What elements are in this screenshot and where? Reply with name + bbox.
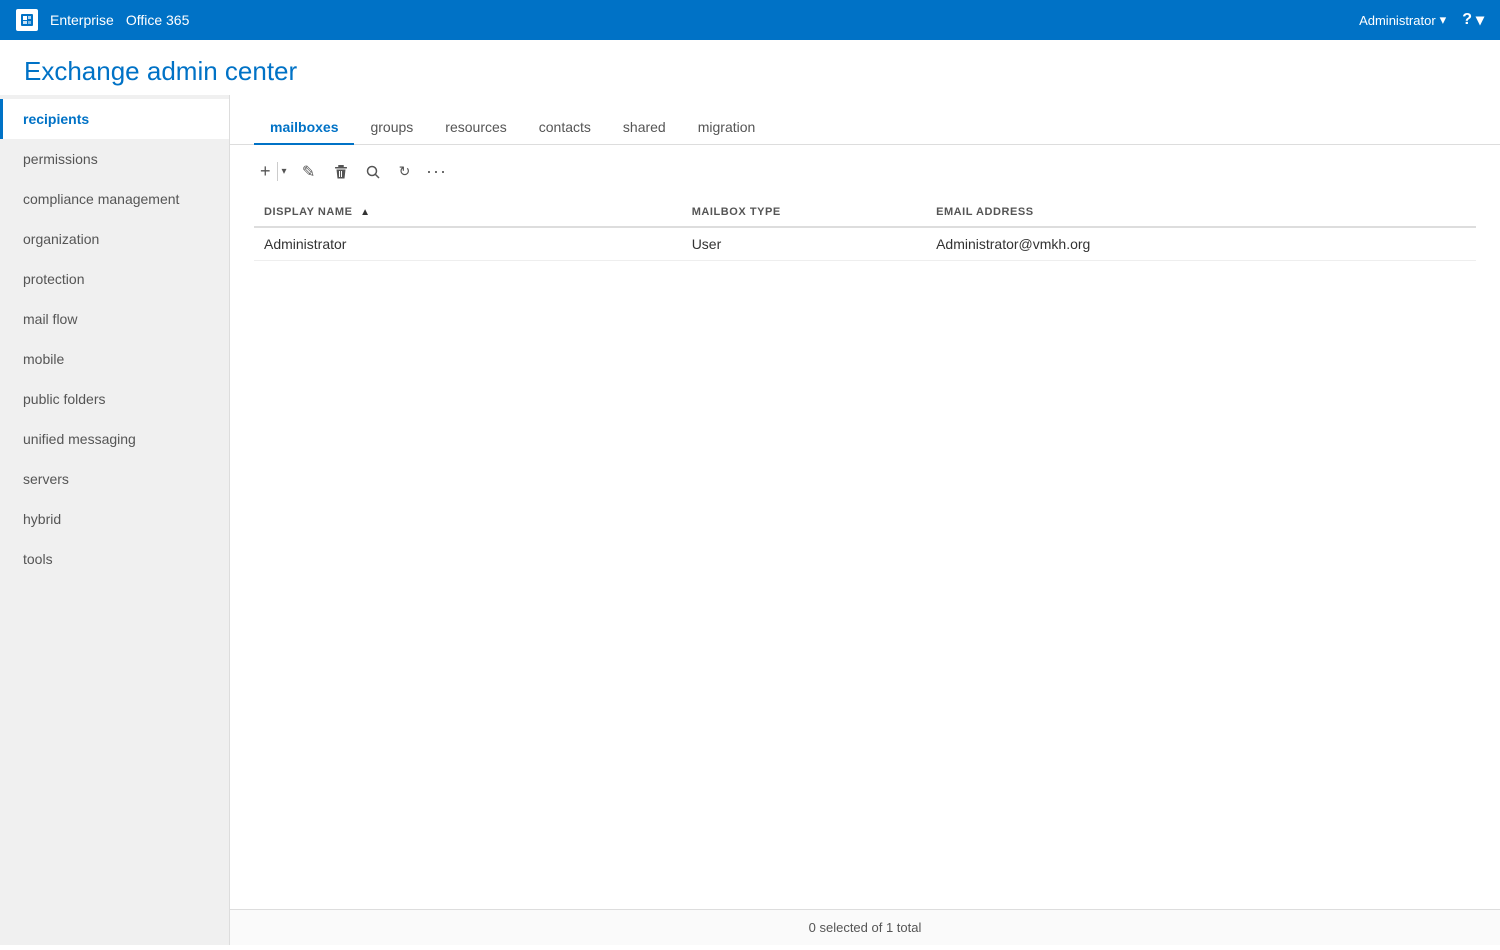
table-row[interactable]: AdministratorUserAdministrator@vmkh.org bbox=[254, 227, 1476, 261]
sort-arrow-display-name: ▲ bbox=[360, 207, 370, 218]
table-header: DISPLAY NAME ▲ MAILBOX TYPE EMAIL ADDRES… bbox=[254, 198, 1476, 227]
sidebar-item-hybrid[interactable]: hybrid bbox=[0, 499, 229, 539]
user-dropdown-icon: ▾ bbox=[1440, 12, 1447, 28]
sidebar-item-tools[interactable]: tools bbox=[0, 539, 229, 579]
topbar-product2[interactable]: Office 365 bbox=[126, 12, 190, 28]
statusbar: 0 selected of 1 total bbox=[230, 909, 1500, 945]
col-email-address-label: EMAIL ADDRESS bbox=[936, 206, 1034, 218]
sidebar-item-mail-flow[interactable]: mail flow bbox=[0, 299, 229, 339]
sidebar-item-servers[interactable]: servers bbox=[0, 459, 229, 499]
tab-groups[interactable]: groups bbox=[354, 111, 429, 145]
col-header-mailbox-type[interactable]: MAILBOX TYPE bbox=[682, 198, 926, 227]
page-header: Exchange admin center bbox=[0, 40, 1500, 95]
office-logo bbox=[16, 9, 38, 31]
search-button[interactable] bbox=[359, 158, 387, 186]
sidebar-item-unified-messaging[interactable]: unified messaging bbox=[0, 419, 229, 459]
sidebar-item-organization[interactable]: organization bbox=[0, 219, 229, 259]
user-menu[interactable]: Administrator ▾ bbox=[1359, 12, 1446, 28]
refresh-button[interactable]: ↻ bbox=[391, 158, 419, 186]
tab-migration[interactable]: migration bbox=[682, 111, 772, 145]
more-button[interactable]: ··· bbox=[423, 158, 451, 186]
topbar-right: Administrator ▾ ? ▾ bbox=[1359, 10, 1484, 30]
tab-resources[interactable]: resources bbox=[429, 111, 522, 145]
mailbox-table: DISPLAY NAME ▲ MAILBOX TYPE EMAIL ADDRES… bbox=[254, 198, 1476, 261]
sidebar: recipientspermissionscompliance manageme… bbox=[0, 95, 230, 945]
status-text: 0 selected of 1 total bbox=[809, 920, 922, 935]
sidebar-item-public-folders[interactable]: public folders bbox=[0, 379, 229, 419]
sidebar-item-compliance-management[interactable]: compliance management bbox=[0, 179, 229, 219]
table-body: AdministratorUserAdministrator@vmkh.org bbox=[254, 227, 1476, 261]
add-dropdown-button[interactable]: ▾ bbox=[277, 162, 291, 181]
user-name: Administrator bbox=[1359, 13, 1436, 28]
page-title: Exchange admin center bbox=[24, 56, 1476, 87]
col-display-name-label: DISPLAY NAME bbox=[264, 206, 353, 218]
tab-contacts[interactable]: contacts bbox=[523, 111, 607, 145]
toolbar: + ▾ ✎ ↻ ··· bbox=[230, 145, 1500, 198]
help-button[interactable]: ? ▾ bbox=[1462, 10, 1484, 30]
col-header-email-address[interactable]: EMAIL ADDRESS bbox=[926, 198, 1476, 227]
sidebar-item-mobile[interactable]: mobile bbox=[0, 339, 229, 379]
content-area: mailboxesgroupsresourcescontactssharedmi… bbox=[230, 95, 1500, 945]
topbar-left: Enterprise Office 365 bbox=[16, 9, 189, 31]
tab-shared[interactable]: shared bbox=[607, 111, 682, 145]
delete-button[interactable] bbox=[327, 158, 355, 186]
col-header-display-name[interactable]: DISPLAY NAME ▲ bbox=[254, 198, 682, 227]
help-icon: ? bbox=[1462, 11, 1472, 29]
sidebar-item-permissions[interactable]: permissions bbox=[0, 139, 229, 179]
add-button-group: + ▾ bbox=[254, 157, 291, 186]
cell-mailbox-type: User bbox=[682, 227, 926, 261]
tabs: mailboxesgroupsresourcescontactssharedmi… bbox=[230, 95, 1500, 145]
topbar: Enterprise Office 365 Administrator ▾ ? … bbox=[0, 0, 1500, 40]
cell-display-name: Administrator bbox=[254, 227, 682, 261]
sidebar-item-recipients[interactable]: recipients bbox=[0, 99, 229, 139]
tab-mailboxes[interactable]: mailboxes bbox=[254, 111, 354, 145]
col-mailbox-type-label: MAILBOX TYPE bbox=[692, 206, 781, 218]
edit-button[interactable]: ✎ bbox=[295, 158, 323, 186]
help-dropdown-icon: ▾ bbox=[1476, 10, 1484, 30]
topbar-product1[interactable]: Enterprise bbox=[50, 12, 114, 28]
add-button[interactable]: + bbox=[254, 157, 277, 186]
main-layout: recipientspermissionscompliance manageme… bbox=[0, 95, 1500, 945]
sidebar-item-protection[interactable]: protection bbox=[0, 259, 229, 299]
cell-email-address: Administrator@vmkh.org bbox=[926, 227, 1476, 261]
mailbox-table-wrapper: DISPLAY NAME ▲ MAILBOX TYPE EMAIL ADDRES… bbox=[230, 198, 1500, 909]
